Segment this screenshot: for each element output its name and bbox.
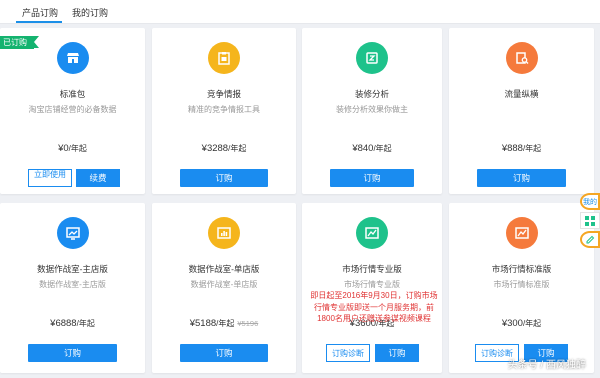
edit-icon[interactable]: [580, 231, 600, 248]
grid-icon[interactable]: [580, 212, 600, 229]
active-tab-indicator: [16, 21, 62, 23]
diagnose-button[interactable]: 订购诊断: [326, 344, 370, 362]
card-price: ¥840/年起: [352, 143, 392, 154]
tab-product-order[interactable]: 产品订购: [22, 6, 58, 19]
card-price: ¥6888/年起: [50, 318, 95, 329]
product-card-market-pro: 市场行情专业版 市场行情专业版 ¥3600/年起 订购诊断 订购: [302, 203, 442, 373]
card-desc: 市场行情专业版: [344, 280, 400, 289]
card-price: ¥5188/年起 ¥5196: [189, 318, 259, 329]
card-title: 数据作战室-单店版: [188, 264, 260, 274]
promo-notice: 即日起至2016年9月30日，订购市场行情专业版即送一个月服务期，前1800名用…: [310, 291, 438, 323]
product-card-competition: 竞争情报 精准的竞争情报工具 ¥3288/年起 订购: [152, 28, 296, 194]
bar-chart-icon: [208, 217, 240, 249]
product-card-market-standard: 市场行情标准版 市场行情标准版 ¥300/年起 订购诊断 订购: [449, 203, 594, 373]
card-title: 装修分析: [354, 89, 389, 99]
trend-chart-icon: [356, 217, 388, 249]
order-button[interactable]: 订购: [28, 344, 117, 362]
shop-icon: [56, 42, 89, 74]
product-card-war-room-single: 数据作战室-单店版 数据作战室-单店版 ¥5188/年起 ¥5196 订购: [152, 203, 296, 373]
card-title: 市场行情标准版: [491, 264, 552, 274]
side-toolbar: 我的: [580, 193, 600, 250]
tab-bar: 产品订购 我的订购: [0, 0, 600, 24]
card-price: ¥300/年起: [501, 318, 542, 329]
card-price: ¥3288/年起: [201, 143, 247, 154]
card-desc: 精准的竞争情报工具: [188, 105, 260, 114]
subscribed-badge: 已订购: [0, 36, 39, 49]
card-title: 数据作战室-主店版: [37, 264, 108, 274]
order-button[interactable]: 订购: [180, 169, 268, 187]
card-price: ¥0/年起: [58, 143, 87, 154]
product-card-war-room-main: 数据作战室-主店版 数据作战室-主店版 ¥6888/年起 订购: [0, 203, 145, 373]
use-now-button[interactable]: 立即使用: [28, 169, 72, 187]
card-desc: 数据作战室-主店版: [39, 280, 106, 289]
decor-analysis-icon: [356, 42, 388, 74]
document-search-icon: [505, 42, 538, 74]
card-desc: 市场行情标准版: [493, 280, 550, 289]
trend-chart-icon: [505, 217, 538, 249]
order-button[interactable]: 订购: [180, 344, 268, 362]
order-button[interactable]: 订购: [375, 344, 419, 362]
renew-button[interactable]: 续费: [76, 169, 120, 187]
my-button[interactable]: 我的: [580, 193, 600, 210]
order-button[interactable]: 订购: [477, 169, 566, 187]
card-title: 竞争情报: [206, 89, 241, 99]
card-desc: 淘宝店铺经营的必备数据: [28, 105, 117, 114]
card-price: ¥888/年起: [501, 143, 542, 154]
card-desc: 装修分析效果你做主: [336, 105, 408, 114]
clipboard-icon: [208, 42, 240, 74]
tab-my-orders[interactable]: 我的订购: [72, 6, 108, 19]
watermark-text: 头条号 / 西风独醉: [507, 360, 586, 371]
product-card-decor-analysis: 装修分析 装修分析效果你做主 ¥840/年起 订购: [302, 28, 442, 194]
monitor-chart-icon: [56, 217, 89, 249]
card-title: 市场行情专业版: [342, 264, 402, 274]
product-card-standard: 已订购 标准包 淘宝店铺经营的必备数据 ¥0/年起 立即使用 续费: [0, 28, 145, 194]
card-title: 标准包: [59, 89, 86, 99]
card-title: 流量纵横: [504, 89, 539, 99]
product-card-traffic: 流量纵横 ¥888/年起 订购: [449, 28, 594, 194]
order-button[interactable]: 订购: [330, 169, 414, 187]
card-desc: 数据作战室-单店版: [190, 280, 258, 289]
